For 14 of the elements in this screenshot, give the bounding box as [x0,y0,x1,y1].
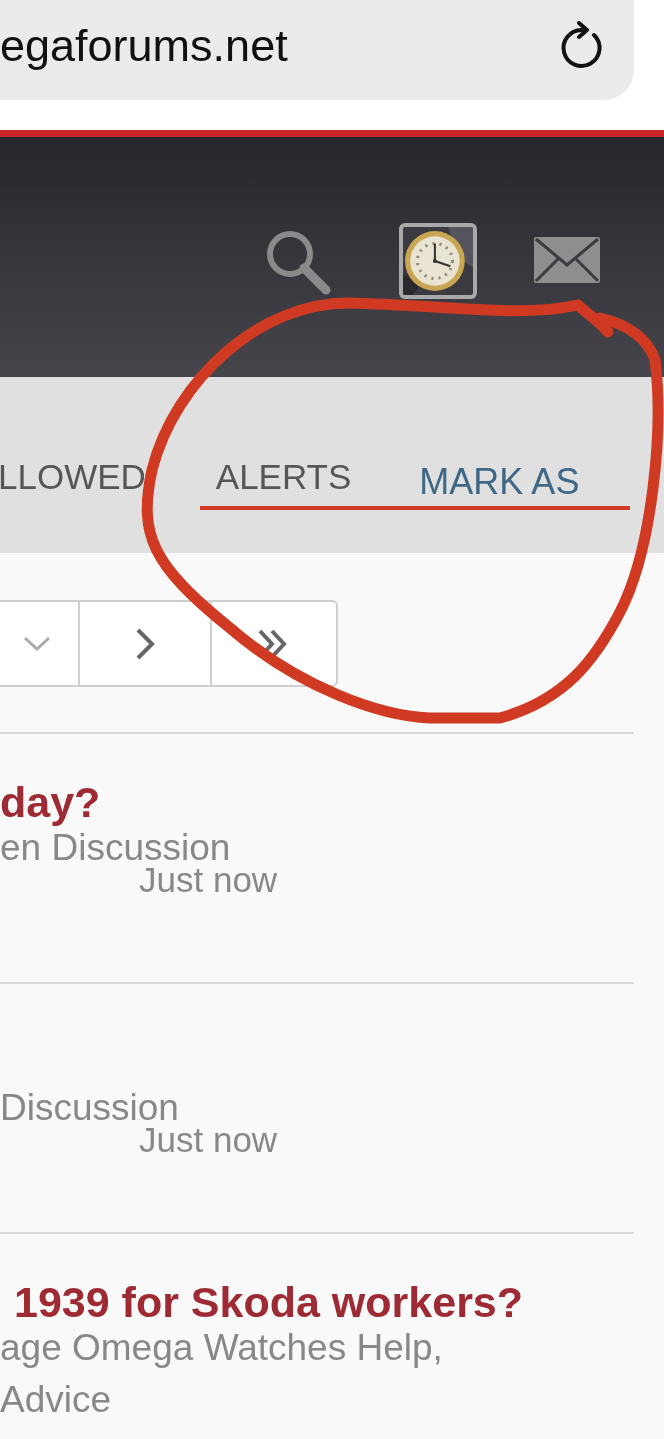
nav-tab[interactable]: LLOWED [0,457,146,497]
address-bar[interactable]: egaforums.net [0,0,634,100]
url-text: egaforums.net [0,20,288,72]
chevron-down-icon [23,635,51,652]
mark-as-read-link[interactable]: MARK AS [419,461,580,503]
nav-tab[interactable]: ALERTS [215,457,352,497]
avatar-button[interactable] [399,223,477,299]
post-time: Just now [138,860,279,900]
thread-title[interactable]: day? [0,776,634,828]
post-time: Just now [138,1120,279,1160]
search-icon[interactable] [265,229,331,295]
chevron-right-icon [135,626,155,661]
next-page-button[interactable] [80,600,212,687]
mail-icon[interactable] [534,237,600,283]
